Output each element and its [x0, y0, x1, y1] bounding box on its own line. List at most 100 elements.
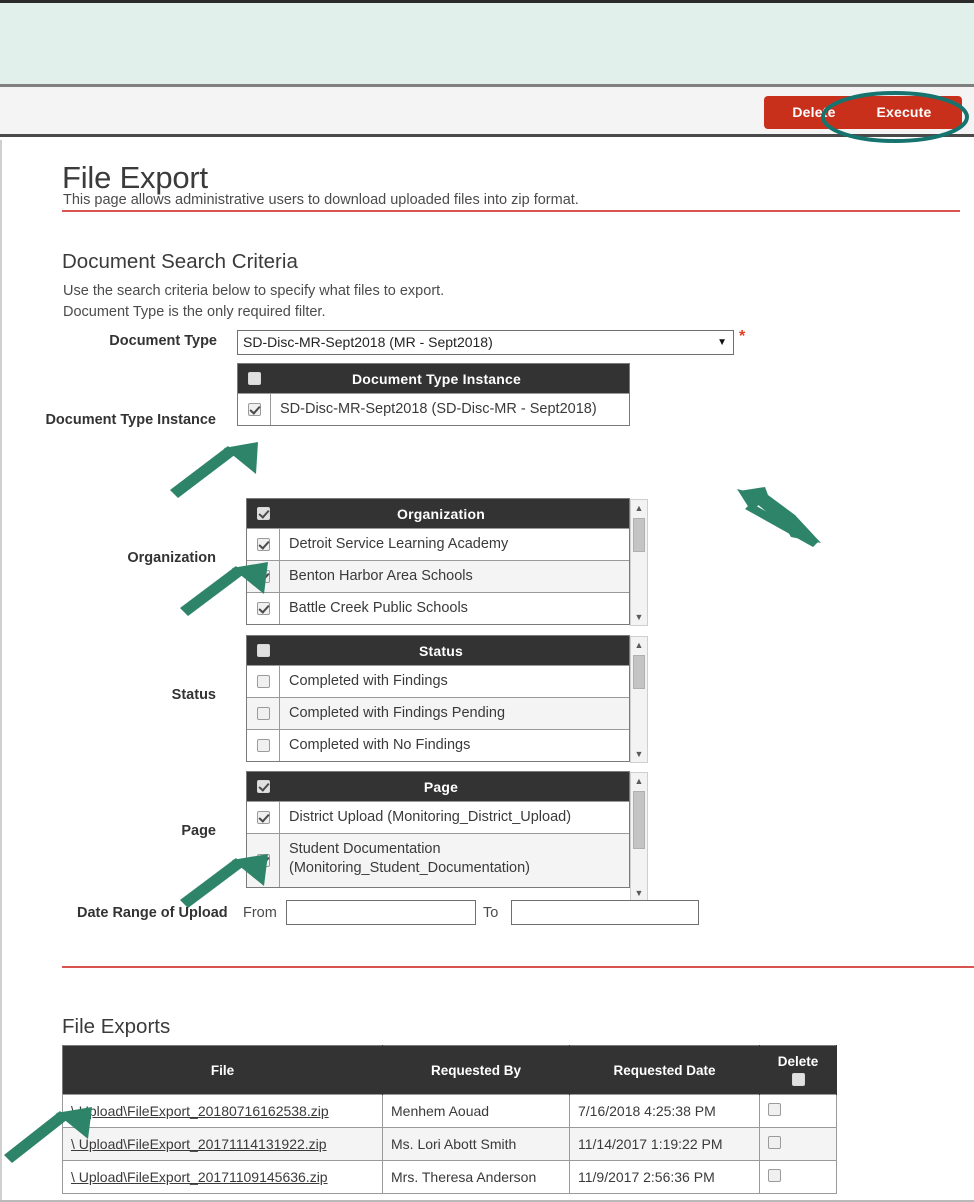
- select-all-checkbox[interactable]: [247, 372, 261, 385]
- row-label-line-2: (Monitoring_Student_Documentation): [289, 860, 530, 876]
- row-label: SD-Disc-MR-Sept2018 (SD-Disc-MR - Sept20…: [280, 401, 597, 417]
- status-label: Status: [171, 687, 216, 703]
- grid-row[interactable]: Benton Harbor Area Schools: [247, 560, 629, 592]
- delete-row-checkbox[interactable]: [768, 1103, 781, 1116]
- row-checkbox[interactable]: [256, 811, 270, 824]
- scrollbar-thumb[interactable]: [633, 655, 645, 689]
- scrollbar-thumb[interactable]: [633, 791, 645, 849]
- file-exports-title: File Exports: [62, 1015, 171, 1038]
- date-to-input[interactable]: [511, 900, 699, 925]
- status-scrollbar[interactable]: ▲ ▼: [630, 636, 648, 763]
- row-label: Completed with No Findings: [289, 737, 471, 753]
- page-grid: Page District Upload (Monitoring_Distric…: [246, 771, 648, 902]
- file-export-link[interactable]: \ Upload\FileExport_20171109145636.zip: [71, 1169, 328, 1185]
- row-checkbox[interactable]: [256, 707, 270, 720]
- row-label: Completed with Findings Pending: [289, 705, 506, 721]
- file-export-link[interactable]: \ Upload\FileExport_20180716162538.zip: [71, 1103, 329, 1119]
- column-header-requested-date: Requested Date: [569, 1045, 760, 1095]
- scroll-up-icon[interactable]: ▲: [631, 774, 647, 788]
- row-checkbox[interactable]: [256, 538, 270, 551]
- grid-header-label: Document Type Instance: [351, 370, 522, 387]
- select-all-checkbox[interactable]: [256, 644, 270, 657]
- row-checkbox-cell[interactable]: [247, 529, 280, 560]
- row-checkbox[interactable]: [256, 854, 270, 867]
- row-checkbox[interactable]: [247, 403, 261, 416]
- grid-row[interactable]: Completed with No Findings: [247, 729, 629, 761]
- grid-row[interactable]: Battle Creek Public Schools: [247, 592, 629, 624]
- document-type-instance-grid: Document Type Instance SD-Disc-MR-Sept20…: [237, 363, 630, 426]
- grid-row[interactable]: SD-Disc-MR-Sept2018 (SD-Disc-MR - Sept20…: [238, 393, 629, 425]
- row-checkbox[interactable]: [256, 739, 270, 752]
- grid-header: Page: [247, 772, 629, 801]
- requested-date-cell: 11/14/2017 1:19:22 PM: [569, 1127, 760, 1161]
- scrollbar-thumb[interactable]: [633, 518, 645, 552]
- delete-row-checkbox[interactable]: [768, 1169, 781, 1182]
- row-label: Completed with Findings: [289, 673, 448, 689]
- divider-bottom: [62, 966, 974, 968]
- column-header-delete-label: Delete: [777, 1054, 819, 1069]
- row-label: District Upload (Monitoring_District_Upl…: [289, 809, 572, 825]
- file-exports-table: File Requested By Requested Date Delete …: [62, 1045, 837, 1194]
- delete-cell: [759, 1094, 837, 1128]
- row-checkbox-cell[interactable]: [247, 593, 280, 624]
- requested-by-cell: Ms. Lori Abott Smith: [382, 1127, 570, 1161]
- select-all-checkbox-cell[interactable]: [247, 507, 279, 520]
- select-all-checkbox-cell[interactable]: [238, 372, 270, 385]
- delete-all-checkbox[interactable]: [791, 1073, 805, 1086]
- date-from-input[interactable]: [286, 900, 476, 925]
- row-checkbox-cell[interactable]: [247, 802, 280, 833]
- select-all-checkbox-cell[interactable]: [247, 644, 279, 657]
- row-checkbox-cell[interactable]: [247, 834, 280, 887]
- grid-row[interactable]: District Upload (Monitoring_District_Upl…: [247, 801, 629, 833]
- page-scrollbar[interactable]: ▲ ▼: [630, 772, 648, 902]
- grid-row[interactable]: Completed with Findings Pending: [247, 697, 629, 729]
- select-all-checkbox[interactable]: [256, 507, 270, 520]
- table-header-row: File Requested By Requested Date Delete: [62, 1045, 837, 1095]
- select-all-checkbox[interactable]: [256, 780, 270, 793]
- row-label: Student Documentation (Monitoring_Studen…: [280, 834, 629, 887]
- document-type-selected-value: SD-Disc-MR-Sept2018 (MR - Sept2018): [243, 334, 493, 350]
- header-banner-panel: [0, 3, 974, 87]
- row-checkbox[interactable]: [256, 675, 270, 688]
- table-row: \ Upload\FileExport_20171109145636.zip M…: [62, 1160, 837, 1194]
- page-filter-label: Page: [181, 823, 216, 839]
- row-checkbox-cell[interactable]: [247, 666, 280, 697]
- divider-top: [62, 210, 960, 212]
- scroll-down-icon[interactable]: ▼: [631, 747, 647, 761]
- requested-date-cell: 11/9/2017 2:56:36 PM: [569, 1160, 760, 1194]
- select-all-checkbox-cell[interactable]: [247, 780, 279, 793]
- scroll-down-icon[interactable]: ▼: [631, 610, 647, 624]
- grid-row[interactable]: Student Documentation (Monitoring_Studen…: [247, 833, 629, 887]
- requested-by-cell: Mrs. Theresa Anderson: [382, 1160, 570, 1194]
- grid-row[interactable]: Detroit Service Learning Academy: [247, 528, 629, 560]
- row-checkbox[interactable]: [256, 602, 270, 615]
- arrow-annotation-document-type: [737, 487, 821, 547]
- row-checkbox-cell[interactable]: [247, 730, 280, 761]
- row-checkbox-cell[interactable]: [247, 698, 280, 729]
- arrow-annotation-document-type-instance: [170, 442, 258, 498]
- file-cell: \ Upload\FileExport_20180716162538.zip: [62, 1094, 383, 1128]
- date-to-label: To: [483, 905, 499, 921]
- scroll-down-icon[interactable]: ▼: [631, 886, 647, 900]
- row-checkbox-cell[interactable]: [238, 394, 271, 425]
- required-asterisk: *: [739, 328, 746, 345]
- organization-label: Organization: [127, 550, 216, 566]
- row-checkbox[interactable]: [256, 570, 270, 583]
- row-label: Benton Harbor Area Schools: [289, 568, 473, 584]
- status-grid: Status Completed with Findings Completed…: [246, 635, 648, 763]
- grid-row[interactable]: Completed with Findings: [247, 665, 629, 697]
- criteria-help-line-1: Use the search criteria below to specify…: [63, 283, 445, 299]
- row-checkbox-cell[interactable]: [247, 561, 280, 592]
- scroll-up-icon[interactable]: ▲: [631, 638, 647, 652]
- organization-scrollbar[interactable]: ▲ ▼: [630, 499, 648, 626]
- document-type-select[interactable]: SD-Disc-MR-Sept2018 (MR - Sept2018) ▼: [237, 330, 734, 355]
- delete-row-checkbox[interactable]: [768, 1136, 781, 1149]
- file-export-link[interactable]: \ Upload\FileExport_20171114131922.zip: [71, 1136, 327, 1152]
- grid-header: Status: [247, 636, 629, 665]
- scroll-up-icon[interactable]: ▲: [631, 501, 647, 515]
- page-subtitle: This page allows administrative users to…: [63, 192, 579, 208]
- execute-button[interactable]: Execute: [846, 96, 962, 129]
- date-range-label: Date Range of Upload: [77, 905, 228, 921]
- row-label: Battle Creek Public Schools: [289, 600, 468, 616]
- column-header-delete: Delete: [759, 1045, 837, 1095]
